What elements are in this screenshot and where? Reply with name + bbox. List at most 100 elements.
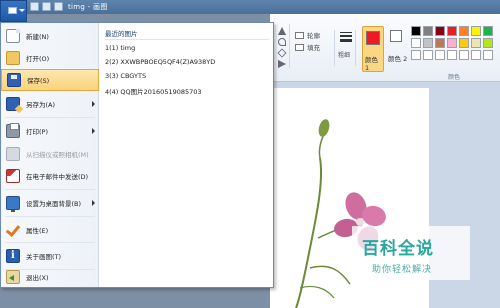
menu-separator xyxy=(5,216,95,217)
printer-icon xyxy=(6,123,20,138)
palette-swatch[interactable] xyxy=(447,26,457,36)
size-button[interactable]: 粗细 xyxy=(334,30,356,66)
palette-swatch[interactable] xyxy=(411,50,421,60)
palette-swatch[interactable] xyxy=(459,26,469,36)
application-menu: 新建(N) 打开(O) 保存(S) 另存为(A) 打印(P) 从扫描仪或照相机(… xyxy=(0,22,274,288)
menu-commands: 新建(N) 打开(O) 保存(S) 另存为(A) 打印(P) 从扫描仪或照相机(… xyxy=(1,23,99,287)
menu-item-save[interactable]: 保存(S) xyxy=(1,69,99,91)
ribbon: 轮廓 填充 粗细 颜色 1 颜色 2 颜色 xyxy=(270,14,500,82)
palette-swatch[interactable] xyxy=(483,26,493,36)
email-icon xyxy=(6,169,20,183)
outline-icon xyxy=(295,31,304,39)
exit-icon xyxy=(6,270,20,284)
palette-swatch[interactable] xyxy=(459,38,469,48)
menu-item-scanner: 从扫描仪或照相机(M) xyxy=(1,143,99,165)
palette-swatch[interactable] xyxy=(435,38,445,48)
menu-item-label: 关于画图(T) xyxy=(26,253,62,261)
menu-item-label: 属性(E) xyxy=(26,227,49,235)
menu-item-new[interactable]: 新建(N) xyxy=(1,25,99,47)
recent-item[interactable]: 2(2) XXWBPBOEQ5QF4(Z)A938YD xyxy=(105,58,215,66)
color2-label: 颜色 2 xyxy=(388,55,408,63)
menu-item-label: 设置为桌面背景(B) xyxy=(26,200,82,208)
menu-item-label: 从扫描仪或照相机(M) xyxy=(26,151,89,159)
color2-swatch xyxy=(390,30,402,42)
info-icon xyxy=(6,249,20,263)
quick-save-icon[interactable] xyxy=(30,2,39,11)
folder-open-icon xyxy=(6,51,20,65)
palette-swatch[interactable] xyxy=(435,26,445,36)
menu-separator xyxy=(5,117,95,118)
menu-item-label: 退出(X) xyxy=(26,274,49,282)
menu-item-label: 打开(O) xyxy=(26,55,50,63)
watermark-title: 百科全说 xyxy=(362,239,434,259)
menu-item-save-as[interactable]: 另存为(A) xyxy=(1,93,99,115)
menu-item-label: 另存为(A) xyxy=(26,101,56,109)
palette-swatch[interactable] xyxy=(471,50,481,60)
recent-item[interactable]: 1(1) timg xyxy=(105,44,135,52)
recent-divider xyxy=(105,39,269,40)
scanner-icon xyxy=(6,147,20,161)
palette-swatch[interactable] xyxy=(483,50,493,60)
palette-swatch[interactable] xyxy=(447,50,457,60)
palette-swatch[interactable] xyxy=(423,26,433,36)
color-palette xyxy=(411,26,493,60)
watermark-subtitle: 助你轻松解决 xyxy=(372,265,433,275)
palette-swatch[interactable] xyxy=(423,38,433,48)
paint-menu-button[interactable] xyxy=(0,0,27,22)
menu-item-email[interactable]: 在电子邮件中发送(D) xyxy=(1,165,99,187)
palette-swatch[interactable] xyxy=(471,26,481,36)
palette-swatch[interactable] xyxy=(423,50,433,60)
palette-swatch[interactable] xyxy=(447,38,457,48)
color1-label: 颜色 1 xyxy=(365,56,378,72)
callout-shape-icon[interactable] xyxy=(278,38,286,46)
triangle-shape-icon[interactable] xyxy=(278,27,286,35)
diamond-shape-icon[interactable] xyxy=(277,48,287,58)
menu-item-about[interactable]: 关于画图(T) xyxy=(1,245,99,267)
color1-button[interactable]: 颜色 1 xyxy=(362,26,384,72)
recent-item[interactable]: 4(4) QQ图片20160519085703 xyxy=(105,86,202,96)
palette-swatch[interactable] xyxy=(459,50,469,60)
menu-separator xyxy=(5,242,95,243)
palette-swatch[interactable] xyxy=(411,38,421,48)
menu-item-desktop-background[interactable]: 设置为桌面背景(B) xyxy=(1,192,99,214)
palette-swatch[interactable] xyxy=(483,38,493,48)
color2-button[interactable]: 颜色 2 xyxy=(386,26,408,72)
menu-item-print[interactable]: 打印(P) xyxy=(1,120,99,142)
save-as-icon xyxy=(6,97,20,111)
menu-item-open[interactable]: 打开(O) xyxy=(1,47,99,69)
palette-swatch[interactable] xyxy=(471,38,481,48)
color1-swatch xyxy=(366,31,380,45)
menu-item-exit[interactable]: 退出(X) xyxy=(1,266,99,288)
checkmark-icon xyxy=(6,223,20,237)
watermark: 百科全说 助你轻松解决 xyxy=(352,226,470,280)
submenu-arrow-icon xyxy=(92,200,95,206)
menu-item-label: 打印(P) xyxy=(26,128,48,136)
quick-access-toolbar xyxy=(30,2,63,11)
submenu-arrow-icon xyxy=(92,128,95,134)
redo-icon[interactable] xyxy=(54,2,63,11)
shape-fill-button[interactable]: 填充 xyxy=(295,42,320,52)
chevron-down-icon xyxy=(19,9,25,12)
shape-outline-button[interactable]: 轮廓 xyxy=(295,30,320,40)
menu-item-label: 在电子邮件中发送(D) xyxy=(26,173,89,181)
paint-menu-icon xyxy=(8,7,17,14)
line-width-icon xyxy=(340,32,352,44)
new-file-icon xyxy=(6,29,20,43)
menu-separator xyxy=(5,189,95,190)
shapes-gallery[interactable] xyxy=(276,24,290,68)
submenu-arrow-icon xyxy=(92,101,95,107)
fill-label: 填充 xyxy=(307,44,320,52)
outline-label: 轮廓 xyxy=(307,32,320,40)
palette-group-label: 颜色 xyxy=(448,74,461,81)
title-bar: timg - 画图 xyxy=(0,0,500,14)
undo-icon[interactable] xyxy=(42,2,51,11)
arrow-shape-icon[interactable] xyxy=(278,60,286,68)
menu-item-label: 新建(N) xyxy=(26,33,49,41)
fill-icon xyxy=(295,43,304,51)
recent-pictures-title: 最近的图片 xyxy=(105,30,138,38)
menu-item-properties[interactable]: 属性(E) xyxy=(1,219,99,241)
recent-item[interactable]: 3(3) CBGYTS xyxy=(105,72,146,80)
menu-item-label: 保存(S) xyxy=(27,77,50,85)
palette-swatch[interactable] xyxy=(435,50,445,60)
palette-swatch[interactable] xyxy=(411,26,421,36)
